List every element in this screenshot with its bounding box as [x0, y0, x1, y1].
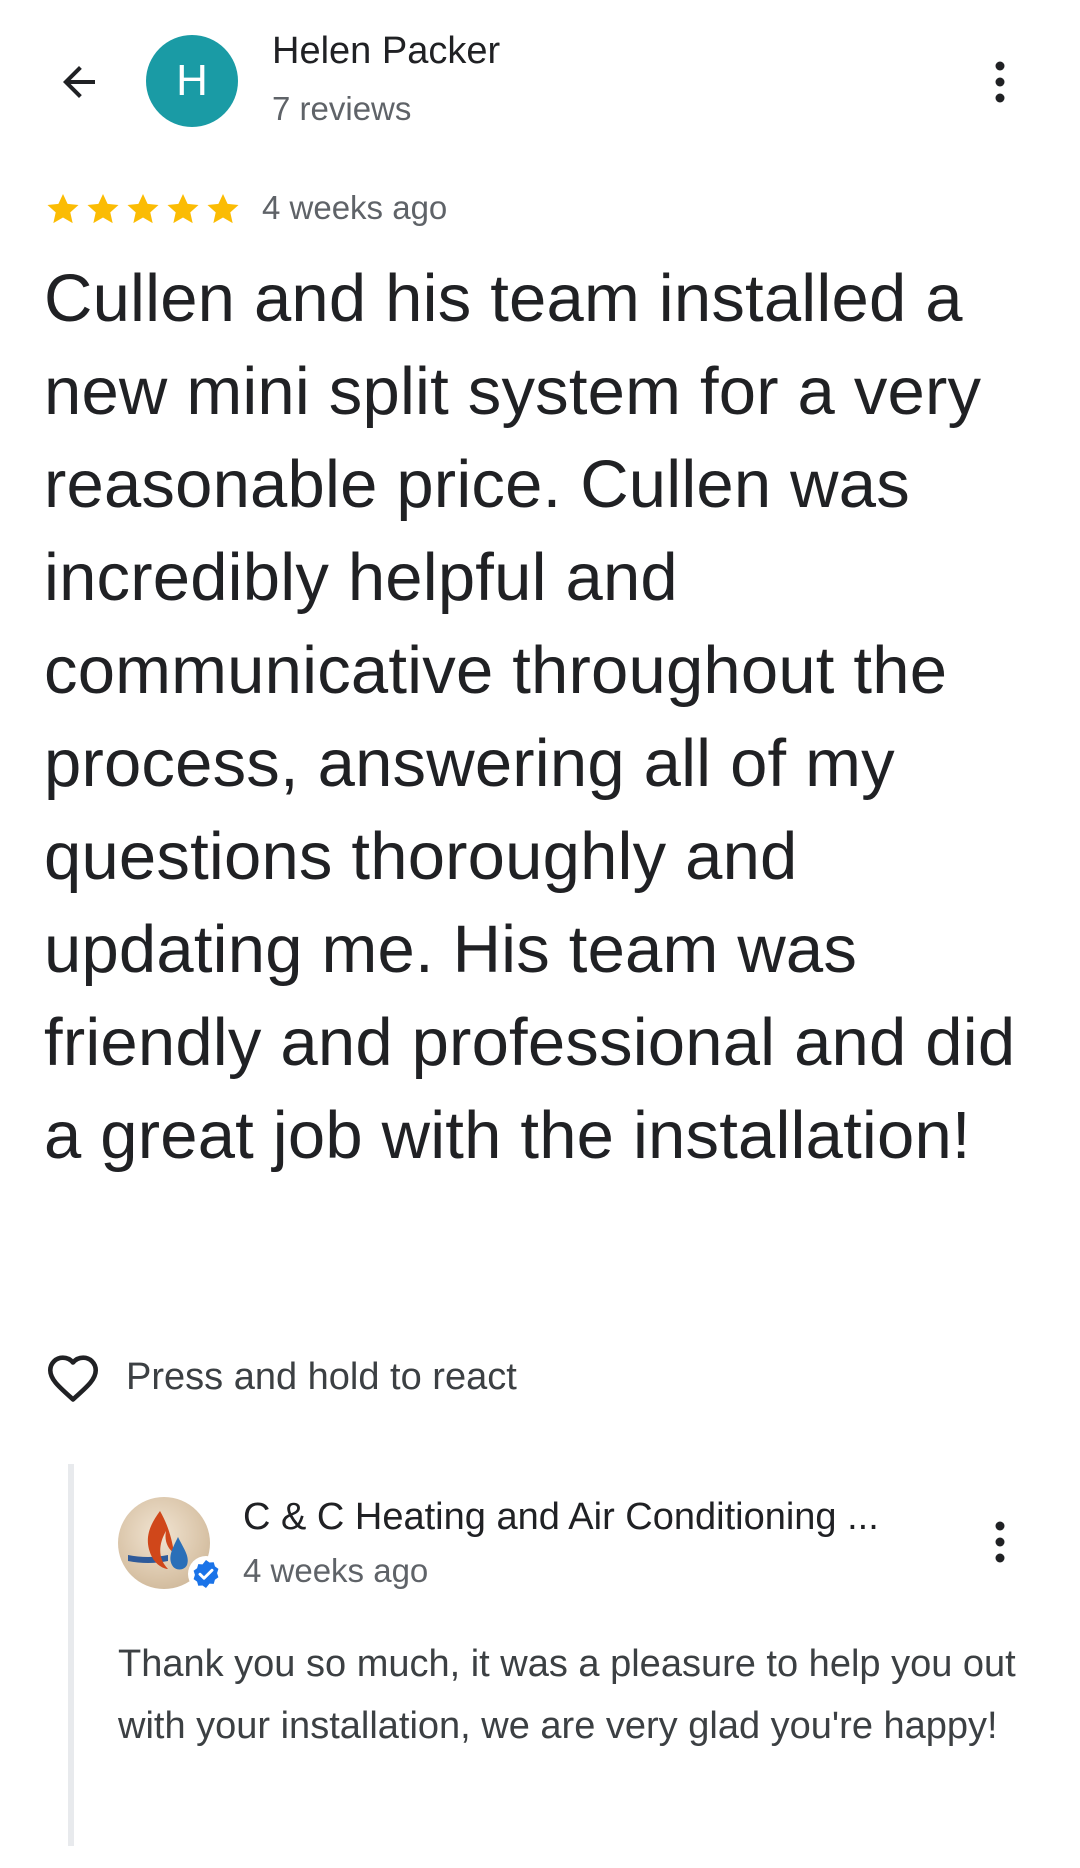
avatar[interactable]: H	[146, 35, 238, 127]
star-icon	[47, 193, 79, 224]
more-vertical-icon	[995, 1521, 1005, 1563]
star-icon	[167, 193, 199, 224]
star-icon	[127, 193, 159, 224]
reply-divider	[68, 1464, 74, 1846]
star-icon	[87, 193, 119, 224]
more-options-button[interactable]	[975, 52, 1025, 112]
reviewer-name[interactable]: Helen Packer	[272, 30, 500, 73]
review-time: 4 weeks ago	[262, 189, 448, 226]
verified-badge	[188, 1556, 224, 1592]
owner-more-options-button[interactable]	[975, 1512, 1025, 1572]
back-button[interactable]	[44, 52, 114, 112]
owner-reply-time: 4 weeks ago	[243, 1552, 429, 1589]
review-text: Cullen and his team installed a new mini…	[44, 261, 1016, 1173]
heart-outline-icon	[47, 1355, 99, 1402]
owner-reply-text: Thank you so much, it was a pleasure to …	[118, 1643, 1016, 1747]
react-label: Press and hold to react	[126, 1355, 517, 1398]
more-vertical-icon	[995, 61, 1005, 103]
arrow-left-icon	[63, 66, 95, 98]
review-count: 7 reviews	[272, 90, 412, 127]
avatar-letter: H	[176, 56, 208, 105]
react-button[interactable]: Press and hold to react	[44, 1345, 644, 1409]
verified-badge-icon	[193, 1560, 219, 1588]
owner-name[interactable]: C & C Heating and Air Conditioning ...	[243, 1496, 879, 1539]
star-rating	[44, 190, 242, 228]
star-icon	[207, 193, 239, 224]
